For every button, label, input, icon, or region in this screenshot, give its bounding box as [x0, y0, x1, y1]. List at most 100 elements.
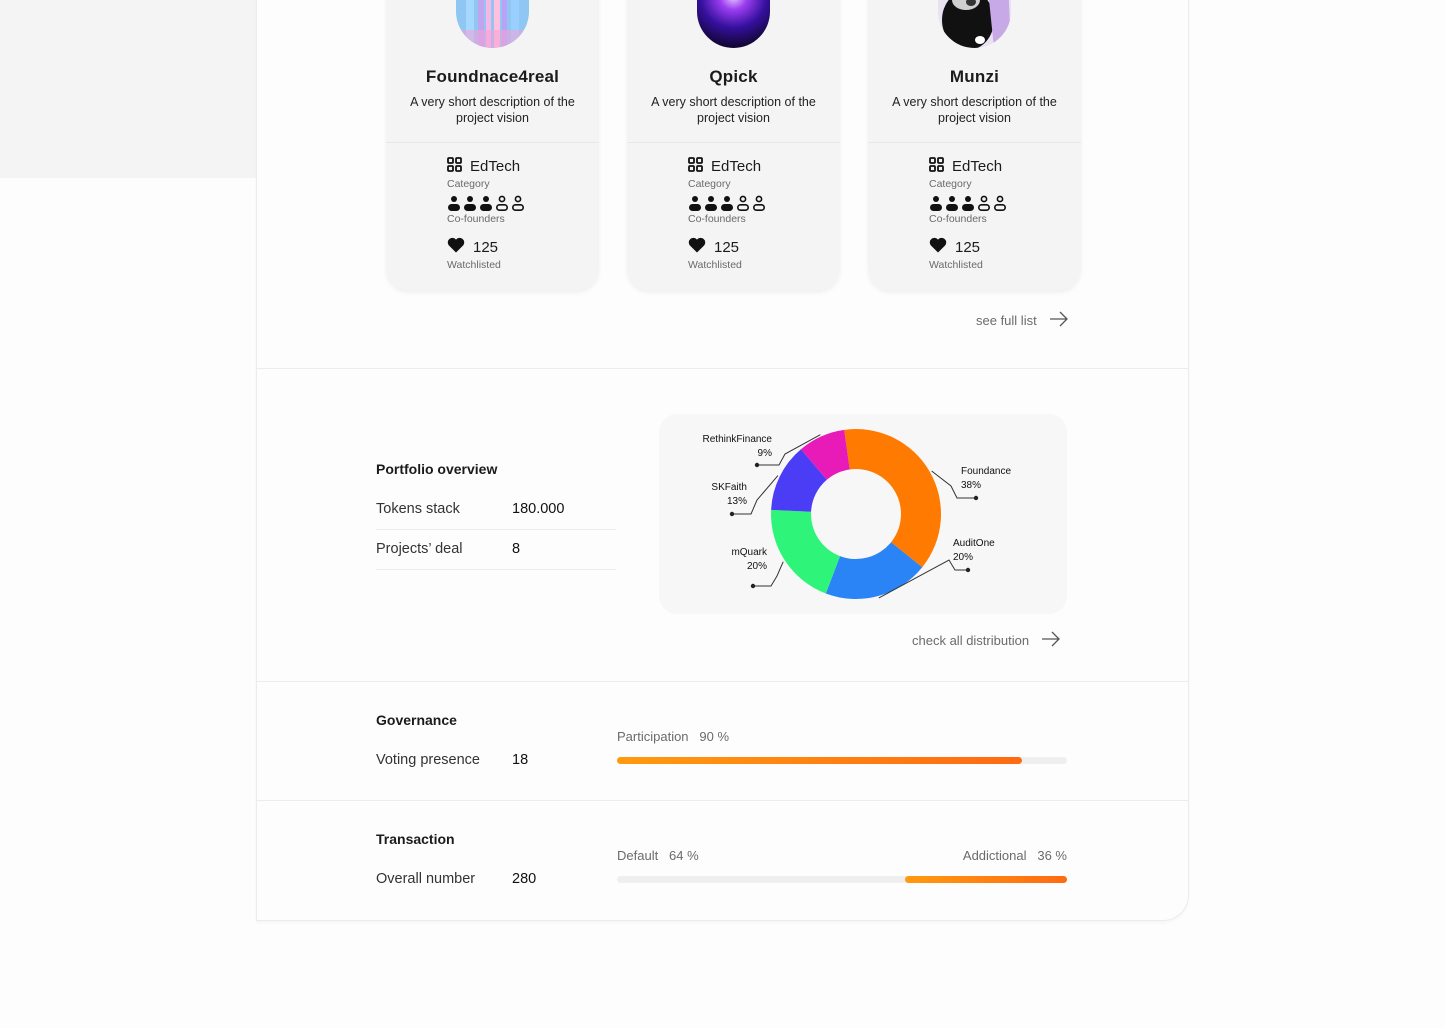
- row-divider: [376, 569, 616, 570]
- see-full-list-link[interactable]: see full list: [976, 310, 1069, 331]
- participation-bar-fill: [617, 757, 1022, 764]
- additional-bar-fill: [905, 876, 1067, 883]
- participation-value: 90 %: [699, 729, 730, 744]
- watchlisted-label: Watchlisted: [929, 259, 983, 271]
- section-divider: [256, 800, 1189, 801]
- watchlisted-count: 125: [714, 238, 740, 256]
- cofounders-block: Co-founders: [688, 195, 768, 225]
- projects-deal-value: 8: [512, 541, 521, 557]
- portfolio-title: Portfolio overview: [376, 461, 498, 477]
- category-label: Category: [929, 178, 972, 190]
- slice-percent-label: 38%: [961, 480, 981, 491]
- slice-name-label: mQuark: [731, 547, 768, 558]
- project-name: Munzi: [949, 67, 1000, 86]
- page-background-strip: [0, 0, 256, 178]
- person-icons: [930, 195, 1006, 211]
- governance-title: Governance: [376, 712, 457, 728]
- project-card[interactable]: Qpick A very short description of the pr…: [627, 0, 840, 290]
- watchlist-block: 125 Watchlisted: [929, 237, 983, 271]
- project-name: Qpick: [709, 67, 758, 86]
- tokens-stack-label: Tokens stack: [376, 501, 460, 517]
- project-avatar: [456, 0, 529, 48]
- project-description: A very short description of the project …: [651, 95, 816, 125]
- overall-number-label: Overall number: [376, 871, 476, 887]
- watchlist-block: 125 Watchlisted: [447, 237, 501, 271]
- grid-icon: [688, 157, 703, 176]
- leader-dot: [750, 583, 756, 589]
- project-description: A very short description of the project …: [410, 95, 575, 125]
- check-all-distribution-label: check all distribution: [912, 633, 1030, 648]
- check-all-distribution-link[interactable]: check all distribution: [912, 630, 1061, 651]
- default-label: Default 64 %: [617, 848, 699, 863]
- watchlisted-count: 125: [955, 238, 981, 256]
- project-description: A very short description of the project …: [892, 95, 1057, 125]
- cofounders-icons: [688, 195, 768, 211]
- grid-icon: [929, 157, 944, 176]
- watchlist-block: 125 Watchlisted: [688, 237, 742, 271]
- card-divider: [386, 142, 599, 143]
- row-divider: [376, 529, 616, 530]
- heart-icon[interactable]: [688, 237, 706, 257]
- person-icons: [689, 195, 765, 211]
- transaction-title: Transaction: [376, 831, 455, 847]
- project-name: Foundnace4real: [425, 67, 560, 86]
- cofounders-label: Co-founders: [929, 213, 987, 225]
- cofounders-label: Co-founders: [447, 213, 505, 225]
- voting-presence-value: 18: [512, 752, 529, 768]
- project-avatar: [697, 0, 770, 48]
- leader-dot: [754, 462, 760, 468]
- section-divider: [256, 681, 1189, 682]
- category-value: EdTech: [952, 158, 1003, 175]
- donut-chart: Foundance 38% AuditOne 20% mQuark 20% SKFaith 1…: [703, 429, 1011, 599]
- additional-label: Addictional 36 %: [962, 848, 1067, 863]
- category-block: EdTech Category: [447, 157, 520, 190]
- category-value: EdTech: [470, 158, 521, 175]
- leader-dot: [973, 495, 979, 501]
- transaction-bar: [617, 876, 1067, 883]
- default-value: 64 %: [669, 848, 699, 863]
- overall-number-value: 280: [512, 871, 537, 887]
- arrow-right-icon: [1049, 310, 1069, 331]
- projects-deal-label: Projects’ deal: [376, 541, 463, 557]
- category-label: Category: [447, 178, 490, 190]
- see-full-list-label: see full list: [976, 313, 1037, 328]
- participation-label: Participation 90 %: [617, 729, 730, 744]
- person-icons: [448, 195, 524, 211]
- category-label: Category: [688, 178, 731, 190]
- cofounders-block: Co-founders: [447, 195, 527, 225]
- card-divider: [868, 142, 1081, 143]
- category-block: EdTech Category: [688, 157, 761, 190]
- watchlisted-label: Watchlisted: [447, 259, 501, 271]
- slice-percent-label: 9%: [758, 448, 773, 459]
- heart-icon[interactable]: [447, 237, 465, 257]
- voting-presence-label: Voting presence: [376, 752, 480, 768]
- watchlisted-count: 125: [473, 238, 499, 256]
- project-card[interactable]: Foundnace4real A very short description …: [386, 0, 599, 290]
- slice-name-label: Foundance: [961, 466, 1011, 477]
- leader-dot: [965, 567, 971, 573]
- donut-hole: [811, 469, 901, 559]
- category-block: EdTech Category: [929, 157, 1002, 190]
- tokens-stack-value: 180.000: [512, 501, 565, 517]
- leader-dot: [729, 511, 735, 517]
- participation-bar: [617, 757, 1067, 764]
- heart-icon[interactable]: [929, 237, 947, 257]
- cofounders-icons: [929, 195, 1009, 211]
- project-avatar: [938, 0, 1011, 48]
- slice-percent-label: 13%: [727, 496, 747, 507]
- section-divider: [256, 368, 1189, 369]
- project-card[interactable]: Munzi A very short description of the pr…: [868, 0, 1081, 290]
- grid-icon: [447, 157, 462, 176]
- distribution-chart-card: Foundance 38% AuditOne 20% mQuark 20% SKFaith 1…: [659, 414, 1067, 614]
- watchlisted-label: Watchlisted: [688, 259, 742, 271]
- cofounders-block: Co-founders: [929, 195, 1009, 225]
- cofounders-label: Co-founders: [688, 213, 746, 225]
- slice-percent-label: 20%: [747, 561, 767, 572]
- arrow-right-icon: [1041, 630, 1061, 651]
- cofounders-icons: [447, 195, 527, 211]
- additional-value: 36 %: [1037, 848, 1067, 863]
- slice-name-label: AuditOne: [953, 538, 995, 549]
- slice-name-label: RethinkFinance: [703, 434, 773, 445]
- card-divider: [627, 142, 840, 143]
- slice-percent-label: 20%: [953, 552, 973, 563]
